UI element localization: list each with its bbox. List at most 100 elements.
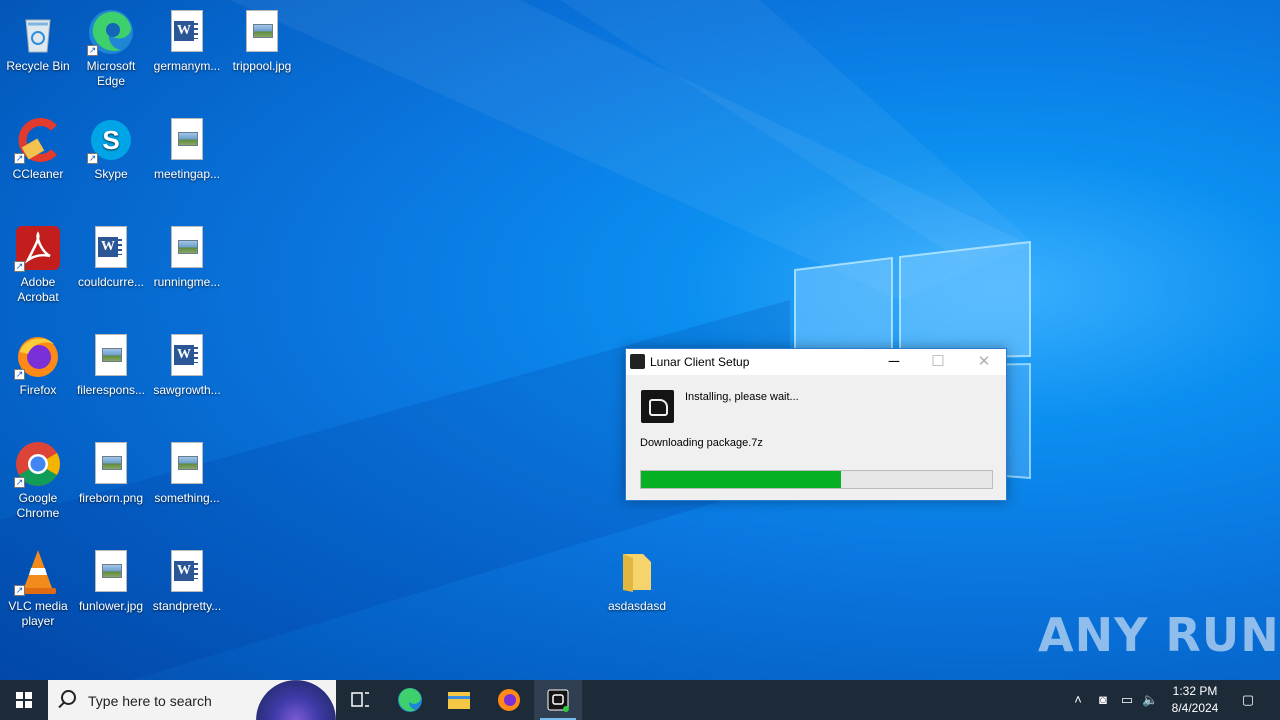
word-document-icon: W [163,548,211,596]
lunar-client-icon [547,689,569,712]
image-file-icon [163,224,211,272]
desktop-icon-microsoft-edge[interactable]: ↗ Microsoft Edge [73,8,149,89]
desktop-icon-recycle-bin[interactable]: Recycle Bin [0,8,76,74]
desktop-icon-sawgrowth[interactable]: W sawgrowth... [149,332,225,398]
image-file-icon [163,116,211,164]
desktop-icon-label: VLC media player [8,599,68,628]
desktop-icon-label: Skype [94,167,128,181]
install-status-text: Installing, please wait... [685,391,799,403]
ccleaner-icon: ↗ [14,116,62,164]
shortcut-arrow-icon: ↗ [14,477,25,488]
desktop-icon-label: Google Chrome [16,491,60,520]
image-file-icon [238,8,286,56]
image-file-icon [87,332,135,380]
maximize-button[interactable]: ☐ [916,349,960,375]
clock-date: 8/4/2024 [1171,701,1219,715]
desktop-icon-adobe-acrobat[interactable]: ↗ Adobe Acrobat [0,224,76,305]
chrome-icon: ↗ [14,440,62,488]
image-file-icon [87,548,135,596]
desktop-icon-trippool[interactable]: trippool.jpg [224,8,300,74]
recycle-bin-icon [14,8,62,56]
taskbar-firefox-button[interactable] [485,680,533,720]
shortcut-arrow-icon: ↗ [14,261,25,272]
desktop-icon-something[interactable]: something... [149,440,225,506]
desktop-icon-label: Firefox [19,383,57,397]
svg-text:S: S [102,125,119,155]
firefox-icon: ↗ [14,332,62,380]
anyrun-watermark: ANY RUN [1038,608,1280,662]
skype-icon: S ↗ [87,116,135,164]
edge-icon: ↗ [87,8,135,56]
task-view-button[interactable] [336,680,384,720]
word-document-icon: W [87,224,135,272]
desktop-icon-vlc-media-player[interactable]: ↗ VLC media player [0,548,76,629]
desktop-icon-label: couldcurre... [77,275,145,289]
taskbar-search-box[interactable]: Type here to search [48,680,336,720]
notifications-icon[interactable]: ▢ [1239,692,1257,708]
desktop-icon-firefox[interactable]: ↗ Firefox [0,332,76,398]
progress-fill [641,471,842,488]
desktop-icon-standpretty[interactable]: W standpretty... [149,548,225,614]
taskbar-edge-button[interactable] [386,680,434,720]
desktop-icon-google-chrome[interactable]: ↗ Google Chrome [0,440,76,521]
network-icon[interactable]: ▭ [1119,692,1135,708]
minimize-button[interactable]: ─ [872,349,916,375]
word-document-icon: W [163,8,211,56]
lunar-client-logo-icon [641,390,674,423]
desktop-icon-label: asdasdasd [607,599,667,613]
vlc-cone-icon: ↗ [14,548,62,596]
desktop-icon-label: Microsoft Edge [86,59,136,88]
clock[interactable]: 1:32 PM 8/4/2024 [1164,684,1226,715]
desktop-icon-label: sawgrowth... [153,383,221,397]
desktop-icon-skype[interactable]: S ↗ Skype [73,116,149,182]
start-button[interactable] [0,680,48,720]
desktop-icon-label: Adobe Acrobat [17,275,59,304]
acrobat-icon: ↗ [14,224,62,272]
volume-icon[interactable]: 🔈 [1142,692,1158,708]
image-file-icon [163,440,211,488]
desktop-icon-fireborn[interactable]: fireborn.png [73,440,149,506]
search-highlight-art [256,680,336,720]
close-button[interactable]: ✕ [962,349,1006,375]
firefox-icon [498,689,520,711]
taskbar: Type here to search ˄ ◙ ▭ 🔈 1:32 PM 8/4/… [0,680,1280,720]
desktop-icon-asdasdasd-folder[interactable]: asdasdasd [599,548,675,614]
taskbar-lunar-client-button[interactable] [534,680,582,720]
shortcut-arrow-icon: ↗ [14,585,25,596]
folder-icon [448,692,470,709]
desktop-icon-runningme[interactable]: runningme... [149,224,225,290]
desktop-icon-meetingap[interactable]: meetingap... [149,116,225,182]
shortcut-arrow-icon: ↗ [87,45,98,56]
desktop-icon-label: fireborn.png [78,491,144,505]
desktop-icon-label: standpretty... [152,599,222,613]
desktop-icon-label: runningme... [153,275,221,289]
task-view-icon [351,692,369,707]
shortcut-arrow-icon: ↗ [14,153,25,164]
taskbar-file-explorer-button[interactable] [435,680,483,720]
desktop-icon-funlower[interactable]: funlower.jpg [73,548,149,614]
show-hidden-icons-chevron-icon[interactable]: ˄ [1070,692,1086,708]
clock-time: 1:32 PM [1172,684,1218,698]
word-document-icon: W [163,332,211,380]
edge-icon [398,688,422,712]
desktop-icon-ccleaner[interactable]: ↗ CCleaner [0,116,76,182]
setup-titlebar[interactable]: Lunar Client Setup ─ ☐ ✕ [626,349,1006,375]
setup-window[interactable]: Lunar Client Setup ─ ☐ ✕ Installing, ple… [625,348,1007,501]
windows-logo-icon [16,692,32,708]
desktop-icon-germanym[interactable]: W germanym... [149,8,225,74]
download-detail-text: Downloading package.7z [640,437,763,449]
desktop-icon-label: CCleaner [12,167,64,181]
shortcut-arrow-icon: ↗ [87,153,98,164]
shortcut-arrow-icon: ↗ [14,369,25,380]
desktop-icon-couldcurre[interactable]: W couldcurre... [73,224,149,290]
desktop-icon-label: filerespons... [76,383,146,397]
lunar-client-icon [630,354,645,369]
install-progress-bar [640,470,993,489]
meet-now-icon[interactable]: ◙ [1095,692,1111,708]
search-placeholder: Type here to search [88,693,212,709]
desktop-icon-label: meetingap... [153,167,221,181]
desktop-icon-label: trippool.jpg [232,59,292,73]
desktop-icon-filerespons[interactable]: filerespons... [73,332,149,398]
desktop-icon-label: something... [154,491,220,505]
desktop-icon-label: germanym... [153,59,221,73]
